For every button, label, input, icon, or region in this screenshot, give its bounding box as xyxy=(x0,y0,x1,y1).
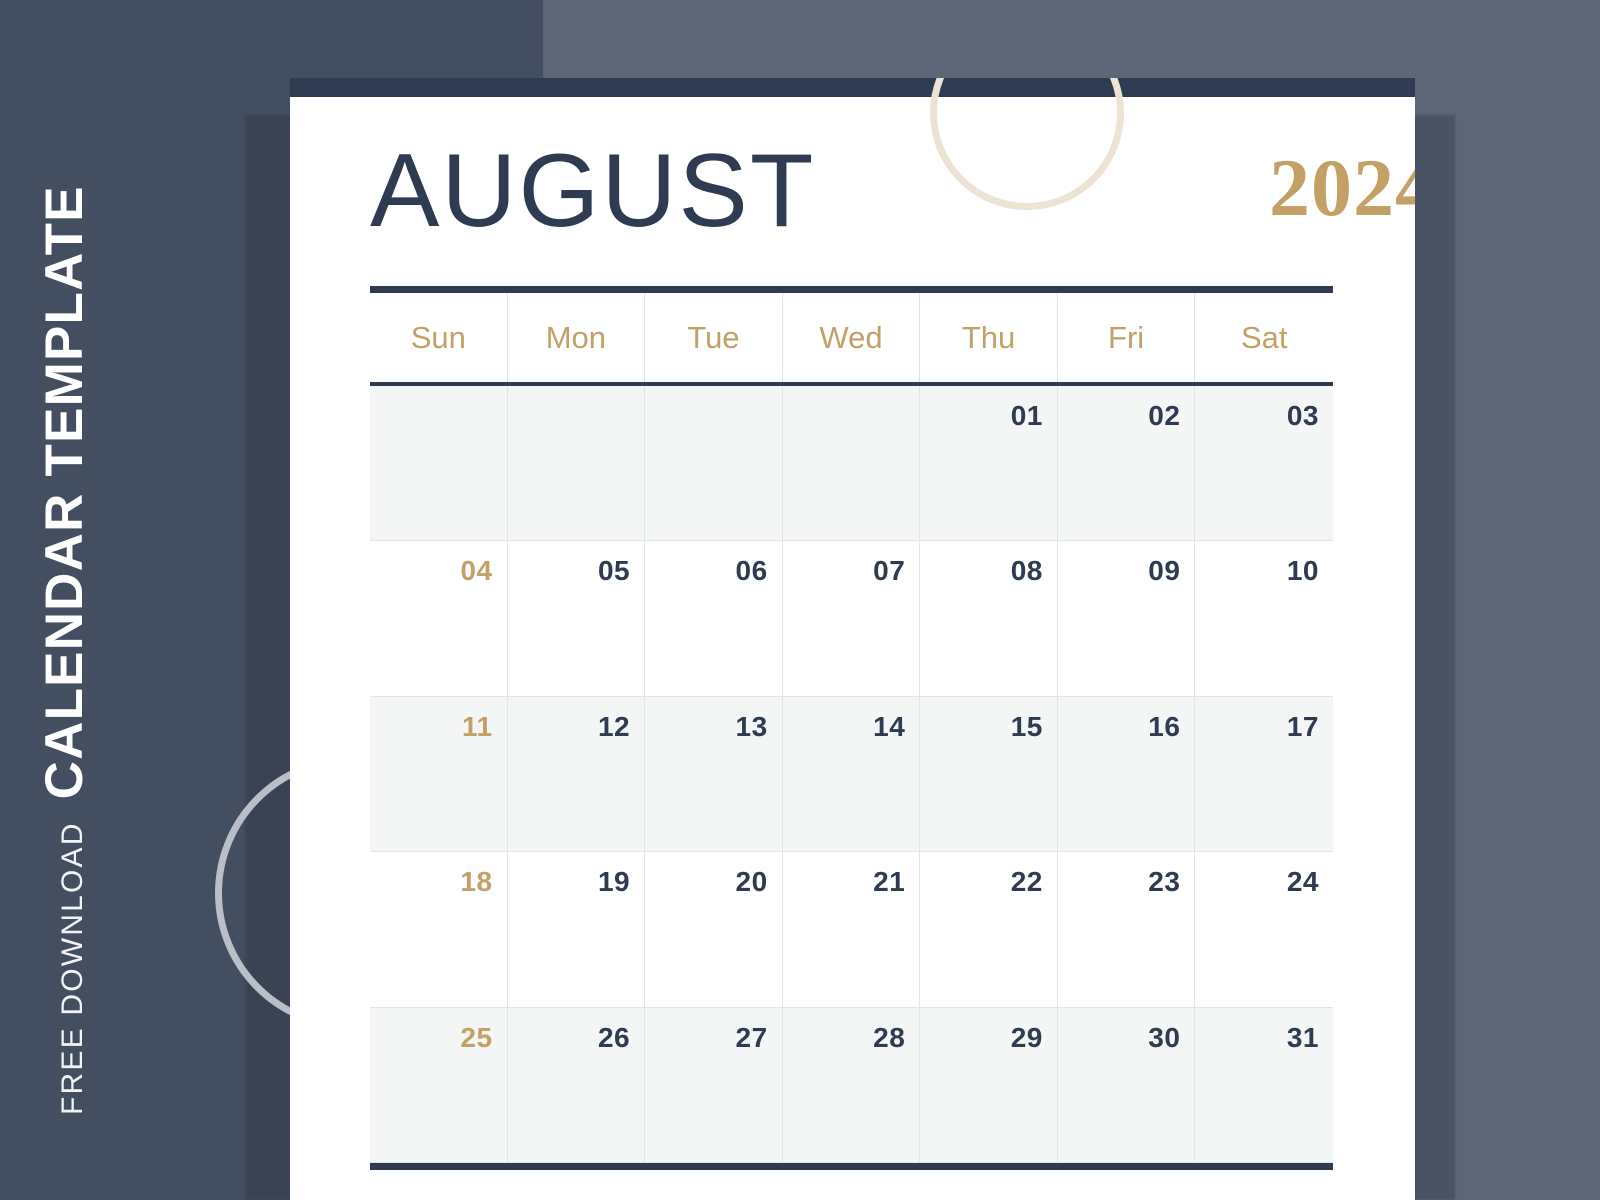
day-cell[interactable]: 07 xyxy=(782,541,921,697)
day-number: 14 xyxy=(873,710,906,742)
weekday-thu: Thu xyxy=(920,293,1058,382)
day-cell[interactable]: 16 xyxy=(1057,696,1196,853)
day-number: 09 xyxy=(1148,555,1181,587)
month-title: AUGUST xyxy=(370,133,816,249)
weekday-mon: Mon xyxy=(508,293,646,382)
day-number: 06 xyxy=(735,555,768,587)
day-number: 02 xyxy=(1148,400,1181,431)
day-cell[interactable]: 26 xyxy=(507,1007,646,1163)
day-number: 28 xyxy=(873,1021,906,1053)
day-cell[interactable]: 22 xyxy=(920,852,1058,1008)
day-cell[interactable]: 08 xyxy=(920,541,1058,697)
day-number: 21 xyxy=(873,866,906,898)
day-cell[interactable]: 05 xyxy=(507,541,646,697)
day-cell[interactable]: 20 xyxy=(645,852,783,1008)
day-cell[interactable] xyxy=(507,386,646,542)
day-cell[interactable]: 01 xyxy=(920,386,1058,542)
day-number: 04 xyxy=(460,555,493,587)
day-cell[interactable]: 12 xyxy=(507,696,646,853)
day-cell[interactable]: 28 xyxy=(782,1007,921,1163)
day-cell[interactable]: 29 xyxy=(920,1007,1058,1163)
day-number: 31 xyxy=(1286,1021,1319,1053)
weekday-sat: Sat xyxy=(1240,319,1288,355)
day-number: 12 xyxy=(597,710,631,742)
day-number: 05 xyxy=(597,555,631,587)
side-promo-text: FREE DOWNLOAD CALENDAR TEMPLATE xyxy=(34,115,95,1115)
day-number: 08 xyxy=(1010,555,1043,587)
day-cell[interactable]: 17 xyxy=(1195,696,1333,853)
side-promo-big: CALENDAR TEMPLATE xyxy=(35,185,94,800)
day-number: 27 xyxy=(735,1021,768,1053)
day-cell[interactable]: 06 xyxy=(645,541,783,697)
day-number: 30 xyxy=(1148,1021,1181,1053)
day-cell[interactable]: 27 xyxy=(645,1007,783,1163)
day-cell[interactable]: 03 xyxy=(1195,386,1333,542)
day-number: 11 xyxy=(461,710,493,742)
day-number: 16 xyxy=(1148,710,1181,742)
day-number: 13 xyxy=(735,710,768,742)
day-number: 03 xyxy=(1286,400,1319,431)
day-cell[interactable]: 25 xyxy=(370,1007,508,1163)
day-number: 20 xyxy=(735,866,768,898)
day-cell[interactable]: 23 xyxy=(1057,852,1196,1008)
day-number: 19 xyxy=(597,866,631,898)
day-cell[interactable]: 02 xyxy=(1057,386,1196,542)
day-number: 29 xyxy=(1010,1021,1043,1053)
year-title: 2024 xyxy=(1269,142,1415,233)
day-cell[interactable]: 18 xyxy=(370,852,508,1008)
day-number: 24 xyxy=(1286,866,1319,898)
day-number: 22 xyxy=(1010,866,1043,898)
day-cell[interactable] xyxy=(645,386,783,542)
day-cell[interactable]: 13 xyxy=(645,696,783,853)
day-cell[interactable]: 30 xyxy=(1057,1007,1196,1163)
weekday-sun: Sun xyxy=(370,293,508,382)
calendar-page: AUGUST 2024 Sun Mon Tue Wed Thu Fri Sat … xyxy=(290,78,1415,1200)
weekday-header-row: Sun Mon Tue Wed Thu Fri Sat xyxy=(370,293,1333,382)
day-cell[interactable] xyxy=(782,386,921,542)
day-cell[interactable]: 15 xyxy=(920,696,1058,853)
day-cell[interactable]: 21 xyxy=(782,852,921,1008)
day-cell[interactable]: 04 xyxy=(370,541,508,697)
footer-rule xyxy=(370,1163,1333,1170)
day-number: 18 xyxy=(460,866,493,898)
day-number: 07 xyxy=(873,555,906,587)
day-cell[interactable]: 09 xyxy=(1057,541,1196,697)
day-cell[interactable]: 19 xyxy=(507,852,646,1008)
day-cell[interactable]: 11 xyxy=(370,696,508,853)
weekday-fri: Fri xyxy=(1058,293,1196,382)
calendar-grid: 01 02 03 04 05 06 07 08 09 10 11 12 13 1… xyxy=(370,386,1333,1163)
side-promo-small: FREE DOWNLOAD xyxy=(56,821,89,1115)
weekday-tue: Tue xyxy=(645,293,783,382)
day-number: 23 xyxy=(1148,866,1181,898)
day-number: 10 xyxy=(1286,555,1319,587)
day-cell[interactable]: 10 xyxy=(1195,541,1333,697)
header-rule-top xyxy=(370,286,1333,293)
day-cell[interactable]: 24 xyxy=(1195,852,1333,1008)
day-cell[interactable] xyxy=(370,386,508,542)
day-number: 01 xyxy=(1010,400,1043,431)
calendar-header: AUGUST 2024 xyxy=(290,97,1415,297)
day-number: 26 xyxy=(597,1021,631,1053)
day-number: 25 xyxy=(460,1021,493,1053)
day-cell[interactable]: 14 xyxy=(782,696,921,853)
day-number: 17 xyxy=(1286,710,1319,742)
day-number: 15 xyxy=(1010,710,1043,742)
day-cell[interactable]: 31 xyxy=(1195,1007,1333,1163)
weekday-wed: Wed xyxy=(783,293,921,382)
page-top-bar xyxy=(290,78,1415,97)
